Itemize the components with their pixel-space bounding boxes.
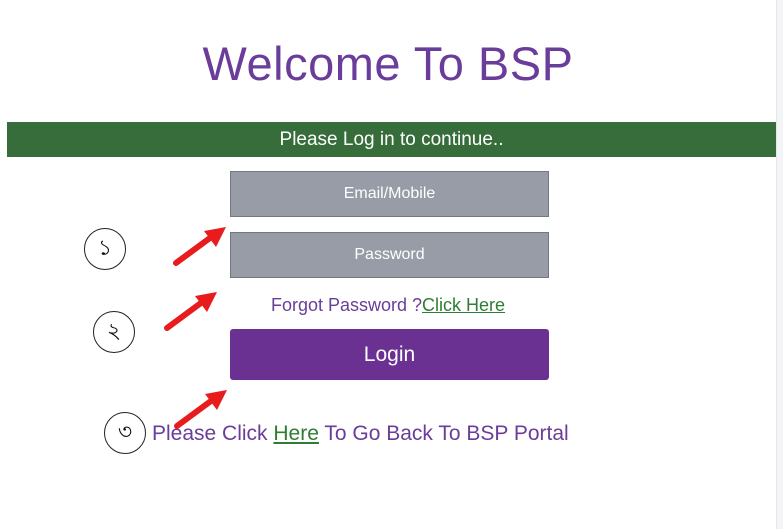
email-field[interactable] [230, 171, 549, 217]
back-to-portal-link[interactable]: Here [273, 422, 319, 445]
forgot-password-label: Forgot Password ? [270, 295, 423, 315]
back-suffix: To Go Back To BSP Portal [318, 422, 569, 445]
step-1-marker: ১ [84, 228, 126, 270]
password-field[interactable] [230, 232, 549, 278]
page-title: Welcome To BSP [202, 37, 574, 90]
right-edge-strip [776, 0, 783, 529]
step-2-marker: ২ [93, 311, 135, 353]
login-banner: Please Log in to continue.. [7, 122, 776, 157]
step-3-marker: ৩ [104, 412, 146, 454]
password-input[interactable] [231, 232, 548, 278]
arrow-icon-2 [164, 292, 217, 331]
login-button[interactable]: Login [230, 329, 549, 380]
arrow-icon-3 [174, 390, 227, 429]
email-input[interactable] [231, 171, 548, 217]
forgot-password-link[interactable]: Click Here [422, 295, 505, 315]
arrow-icon-1 [173, 227, 226, 266]
